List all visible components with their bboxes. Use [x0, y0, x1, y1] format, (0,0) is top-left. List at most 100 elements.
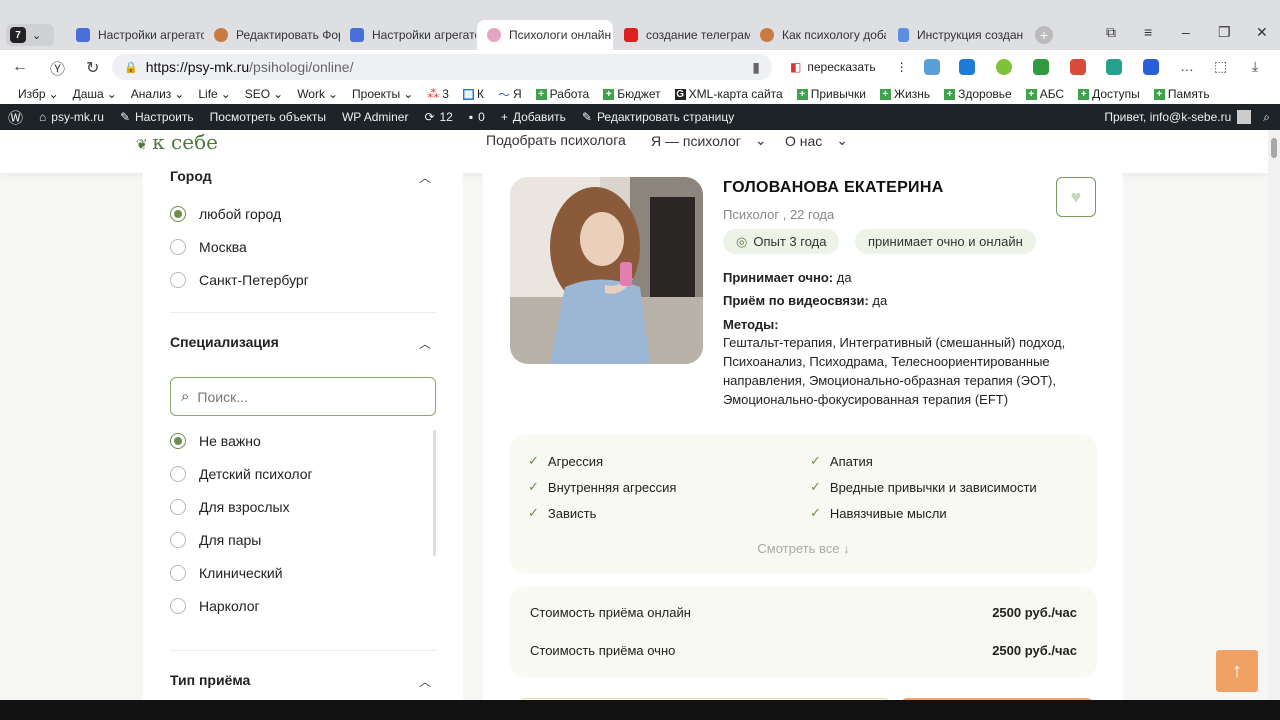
chevron-up-icon[interactable]: ︿ — [419, 169, 431, 186]
close-window-icon[interactable]: ✕ — [1256, 24, 1268, 41]
problems-tags: ✓ Агрессия ✓ Апатия ✓ Внутренняя агрессия ✓… — [510, 435, 1097, 573]
chevron-up-icon[interactable]: ︿ — [419, 335, 431, 352]
url-path: /psihologi/online/ — [249, 59, 354, 75]
tab-6[interactable]: Как психологу доба — [750, 20, 886, 50]
bookmark-folder[interactable]: Проекты ⌄ — [352, 87, 413, 101]
extension-icon[interactable] — [924, 59, 940, 75]
new-tab-button[interactable]: + — [1035, 26, 1053, 44]
bookmark-item[interactable]: + Память — [1153, 87, 1210, 101]
tab-5[interactable]: создание телеграм — [614, 20, 750, 50]
wp-comments-link[interactable]: ▪ 0 — [461, 110, 493, 124]
check-icon: ✓ — [810, 479, 821, 494]
psychologist-card: ГОЛОВАНОВА ЕКАТЕРИНА Психолог , 22 года … — [483, 173, 1123, 720]
scrollbar-thumb[interactable] — [1271, 138, 1277, 158]
reload-icon[interactable]: ↻ — [86, 58, 99, 78]
bookmark-item[interactable]: + Доступы — [1078, 87, 1140, 101]
search-icon[interactable]: ⌕ — [1263, 110, 1270, 125]
wp-edit-page-link[interactable]: ✎ Редактировать страницу — [574, 110, 742, 124]
filter-reception-title: Тип приёма — [170, 672, 251, 688]
more-icon[interactable]: … — [1180, 58, 1194, 74]
wp-add-new-link[interactable]: + Добавить — [493, 110, 574, 124]
scroll-to-top-button[interactable]: ↑ — [1216, 650, 1258, 692]
plus-icon: + — [1078, 88, 1090, 100]
tab-7[interactable]: Инструкция создан — [888, 20, 1024, 50]
bookmark-folder[interactable]: Избр ⌄ — [18, 87, 59, 101]
maximize-icon[interactable]: ❐ — [1218, 24, 1231, 41]
city-option[interactable]: Санкт-Петербург — [170, 272, 309, 288]
chevron-up-icon[interactable]: ︿ — [419, 673, 431, 690]
city-option[interactable]: Москва — [170, 239, 247, 255]
summarize-button[interactable]: ◧ пересказать ⋮ — [782, 55, 916, 79]
tabs-icon[interactable]: ⧉ — [1106, 24, 1116, 41]
extension-icon[interactable] — [1033, 59, 1049, 75]
yandex-icon[interactable]: Ⓨ — [50, 58, 65, 79]
bookmark-folder[interactable]: Work ⌄ — [297, 87, 338, 101]
bookmark-icon[interactable]: ▮ — [752, 59, 760, 76]
bookmark-item[interactable]: + Жизнь — [879, 87, 930, 101]
radio-icon — [170, 598, 186, 614]
bookmark-item[interactable]: ▦ К — [462, 87, 484, 101]
wp-adminer-link[interactable]: WP Adminer — [334, 110, 416, 124]
menu-icon[interactable]: ≡ — [1144, 24, 1152, 40]
spec-option[interactable]: Детский психолог — [170, 466, 313, 482]
heart-icon: ♥ — [1070, 186, 1082, 207]
spec-option[interactable]: Для пары — [170, 532, 261, 548]
spec-option[interactable]: Нарколог — [170, 598, 260, 614]
bookmark-folder[interactable]: Life ⌄ — [198, 87, 230, 101]
bookmark-item[interactable]: ⁂ 3 — [427, 87, 449, 101]
spec-option[interactable]: Не важно — [170, 433, 261, 449]
nav-about[interactable]: О нас ⌄ — [785, 132, 848, 149]
psychologist-name[interactable]: ГОЛОВАНОВА ЕКАТЕРИНА — [723, 179, 944, 197]
extension-icon[interactable] — [959, 59, 975, 75]
bookmark-item[interactable]: + Бюджет — [603, 87, 661, 101]
url-field[interactable]: 🔒 https://psy-mk.ru/psihologi/online/ ▮ — [112, 54, 772, 80]
site-logo[interactable]: ❦ к себе — [136, 130, 218, 154]
minimize-icon[interactable]: – — [1182, 24, 1190, 40]
back-icon[interactable]: ← — [12, 58, 28, 76]
wp-admin-bar: Ⓦ ⌂ psy-mk.ru ✎ Настроить Посмотреть объек… — [0, 104, 1280, 130]
bookmark-item[interactable]: + Привычки — [796, 87, 866, 101]
wp-view-objects-link[interactable]: Посмотреть объекты — [202, 110, 334, 124]
bookmark-folder[interactable]: Анализ ⌄ — [131, 87, 185, 101]
download-icon[interactable]: ⤓ — [1252, 58, 1258, 75]
extension-icon[interactable] — [1070, 59, 1086, 75]
bookmark-item[interactable]: 〜 Я — [498, 86, 522, 103]
tab-2[interactable]: Редактировать Фор — [204, 20, 340, 50]
bookmark-folder[interactable]: SEO ⌄ — [245, 87, 283, 101]
tab-3[interactable]: Настройки агрегато — [340, 20, 476, 50]
bookmark-folder[interactable]: Даша ⌄ — [73, 87, 117, 101]
spec-option[interactable]: Для взрослых — [170, 499, 290, 515]
wordpress-icon[interactable]: Ⓦ — [0, 107, 31, 128]
favorite-button[interactable]: ♥ — [1056, 177, 1096, 217]
tab-count-button[interactable]: 7 ⌄ — [6, 24, 54, 46]
bookmark-item[interactable]: G XML-карта сайта — [674, 87, 783, 101]
see-all-button[interactable]: Смотреть все ↓ — [510, 541, 1097, 556]
avatar[interactable] — [1237, 110, 1252, 124]
psychologist-photo[interactable] — [510, 177, 703, 364]
spec-search-input[interactable]: ⌕ Поиск... — [170, 377, 436, 416]
radio-icon — [170, 239, 186, 255]
bookmark-item[interactable]: + АБС — [1025, 87, 1064, 101]
bookmark-item[interactable]: + Работа — [535, 87, 589, 101]
collections-icon[interactable]: ⬚ — [1214, 58, 1227, 75]
wp-updates-link[interactable]: ⟳ 12 — [416, 110, 460, 124]
radio-icon — [170, 272, 186, 288]
page-scrollbar[interactable] — [1268, 130, 1280, 720]
filter-city-title: Город — [170, 168, 212, 184]
extension-icon[interactable] — [1106, 59, 1122, 75]
problem-tag: ✓ Навязчивые мысли — [810, 505, 947, 521]
nav-i-am-psychologist[interactable]: Я — психолог ⌄ — [651, 132, 767, 149]
spec-option[interactable]: Клинический — [170, 565, 283, 581]
tab-1[interactable]: Настройки агрегато — [66, 20, 204, 50]
nav-find-psychologist[interactable]: Подобрать психолога — [486, 132, 626, 148]
spec-list-scrollbar[interactable] — [433, 430, 436, 556]
bookmark-item[interactable]: + Здоровье — [944, 87, 1012, 101]
more-icon[interactable]: ⋮ — [896, 60, 908, 74]
extension-icon[interactable] — [1143, 59, 1159, 75]
wp-site-link[interactable]: ⌂ psy-mk.ru — [31, 110, 112, 124]
wp-customize-link[interactable]: ✎ Настроить — [112, 110, 202, 124]
extension-icon[interactable] — [996, 59, 1012, 75]
city-option[interactable]: любой город — [170, 206, 281, 222]
wp-account-link[interactable]: Привет, info@k-sebe.ru — [1104, 110, 1231, 124]
tab-active[interactable]: Психологи онлайн✕ — [477, 20, 613, 50]
